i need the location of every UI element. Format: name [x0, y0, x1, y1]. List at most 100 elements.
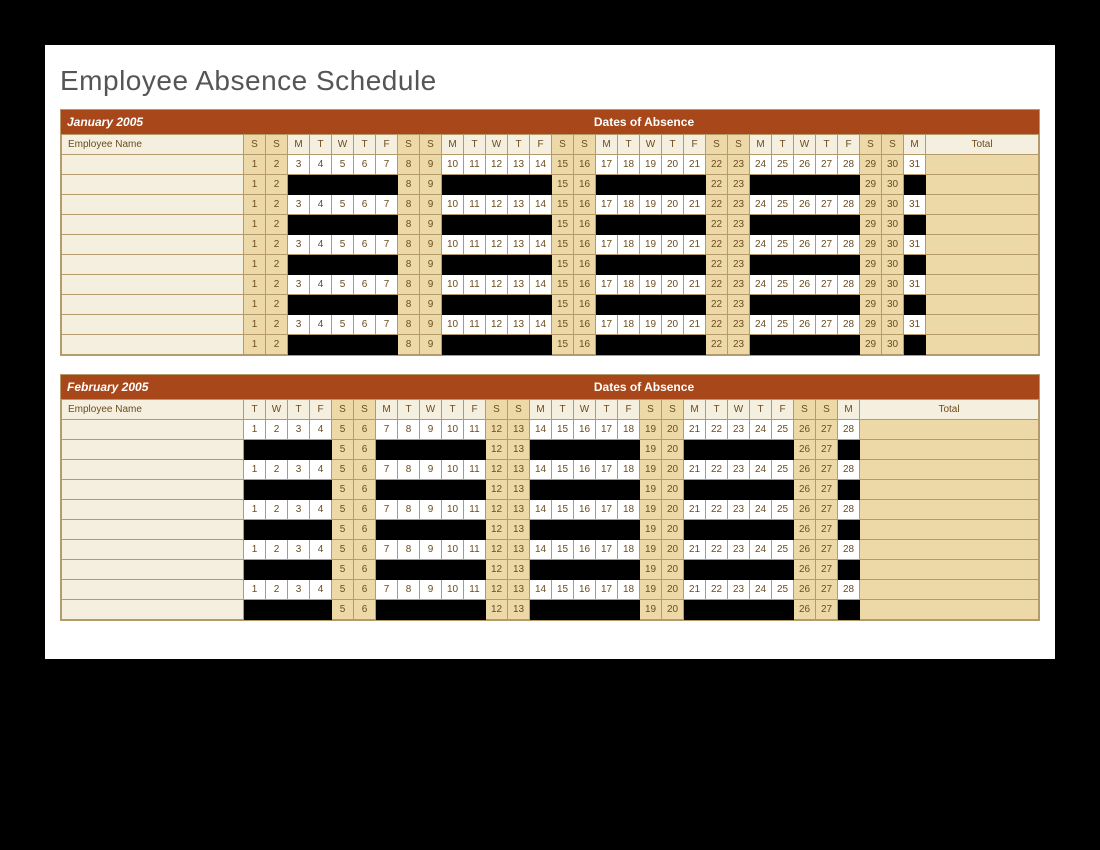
day-cell: 5	[332, 600, 354, 620]
day-cell: 10	[442, 155, 464, 175]
day-cell	[596, 175, 618, 195]
total-cell	[926, 235, 1039, 255]
day-cell	[442, 600, 464, 620]
day-cell	[486, 215, 508, 235]
day-cell: 20	[662, 420, 684, 440]
table-row: 56121319202627	[62, 480, 1039, 500]
day-letter-header: T	[772, 135, 794, 155]
day-cell	[442, 255, 464, 275]
day-letter-header: T	[244, 400, 266, 420]
day-cell: 23	[728, 295, 750, 315]
employee-name-cell	[62, 155, 244, 175]
day-cell	[310, 255, 332, 275]
day-cell	[706, 480, 728, 500]
day-cell: 24	[750, 195, 772, 215]
day-cell: 24	[750, 540, 772, 560]
day-cell: 31	[904, 235, 926, 255]
day-cell: 6	[354, 195, 376, 215]
day-cell	[464, 600, 486, 620]
day-cell	[332, 255, 354, 275]
day-cell	[750, 255, 772, 275]
day-cell: 21	[684, 500, 706, 520]
day-cell	[552, 520, 574, 540]
day-cell: 27	[816, 440, 838, 460]
day-cell	[618, 600, 640, 620]
day-cell: 10	[442, 275, 464, 295]
day-letter-header: M	[750, 135, 772, 155]
day-cell: 25	[772, 500, 794, 520]
day-cell: 5	[332, 315, 354, 335]
day-cell: 7	[376, 460, 398, 480]
day-letter-header: M	[596, 135, 618, 155]
day-cell: 9	[420, 335, 442, 355]
day-cell: 22	[706, 315, 728, 335]
day-cell: 22	[706, 420, 728, 440]
day-cell	[684, 295, 706, 315]
day-cell: 11	[464, 275, 486, 295]
day-cell	[464, 520, 486, 540]
day-cell: 12	[486, 315, 508, 335]
day-cell: 11	[464, 460, 486, 480]
day-cell: 15	[552, 500, 574, 520]
day-letter-header: T	[618, 135, 640, 155]
day-cell	[904, 255, 926, 275]
day-cell: 14	[530, 155, 552, 175]
day-cell: 27	[816, 480, 838, 500]
day-cell: 21	[684, 315, 706, 335]
day-cell: 6	[354, 315, 376, 335]
day-cell	[794, 175, 816, 195]
day-cell	[420, 480, 442, 500]
day-cell: 21	[684, 460, 706, 480]
day-cell	[464, 255, 486, 275]
total-cell	[860, 520, 1039, 540]
day-cell: 25	[772, 155, 794, 175]
day-cell	[552, 560, 574, 580]
day-cell: 20	[662, 480, 684, 500]
day-cell: 17	[596, 580, 618, 600]
total-cell	[926, 255, 1039, 275]
day-cell: 25	[772, 540, 794, 560]
day-cell: 1	[244, 215, 266, 235]
day-cell: 21	[684, 275, 706, 295]
day-cell: 30	[882, 155, 904, 175]
day-cell: 27	[816, 500, 838, 520]
day-cell: 26	[794, 195, 816, 215]
table-row: 1234567891011121314151617181920212223242…	[62, 500, 1039, 520]
day-cell: 5	[332, 155, 354, 175]
day-cell: 2	[266, 335, 288, 355]
day-cell: 3	[288, 235, 310, 255]
day-cell: 25	[772, 315, 794, 335]
day-cell: 20	[662, 235, 684, 255]
day-cell: 25	[772, 460, 794, 480]
day-cell: 16	[574, 500, 596, 520]
day-cell: 8	[398, 335, 420, 355]
day-cell: 13	[508, 480, 530, 500]
day-cell: 15	[552, 195, 574, 215]
table-row: 1234567891011121314151617181920212223242…	[62, 235, 1039, 255]
day-cell: 27	[816, 540, 838, 560]
day-cell	[266, 600, 288, 620]
day-cell: 31	[904, 275, 926, 295]
day-cell	[376, 560, 398, 580]
day-cell: 10	[442, 540, 464, 560]
day-cell	[288, 295, 310, 315]
day-cell: 12	[486, 155, 508, 175]
day-cell	[750, 600, 772, 620]
day-cell: 15	[552, 295, 574, 315]
day-cell	[398, 520, 420, 540]
day-cell	[684, 560, 706, 580]
day-cell	[530, 600, 552, 620]
day-cell: 19	[640, 520, 662, 540]
day-cell: 28	[838, 540, 860, 560]
month-schedule: February 2005Dates of AbsenceEmployee Na…	[60, 374, 1040, 621]
total-cell	[926, 295, 1039, 315]
day-cell	[508, 215, 530, 235]
day-cell: 18	[618, 460, 640, 480]
day-letter-header: F	[464, 400, 486, 420]
day-cell: 29	[860, 155, 882, 175]
table-row: 1234567891011121314151617181920212223242…	[62, 460, 1039, 480]
day-cell: 19	[640, 560, 662, 580]
day-cell	[838, 520, 860, 540]
day-cell	[530, 440, 552, 460]
day-letter-header: T	[662, 135, 684, 155]
